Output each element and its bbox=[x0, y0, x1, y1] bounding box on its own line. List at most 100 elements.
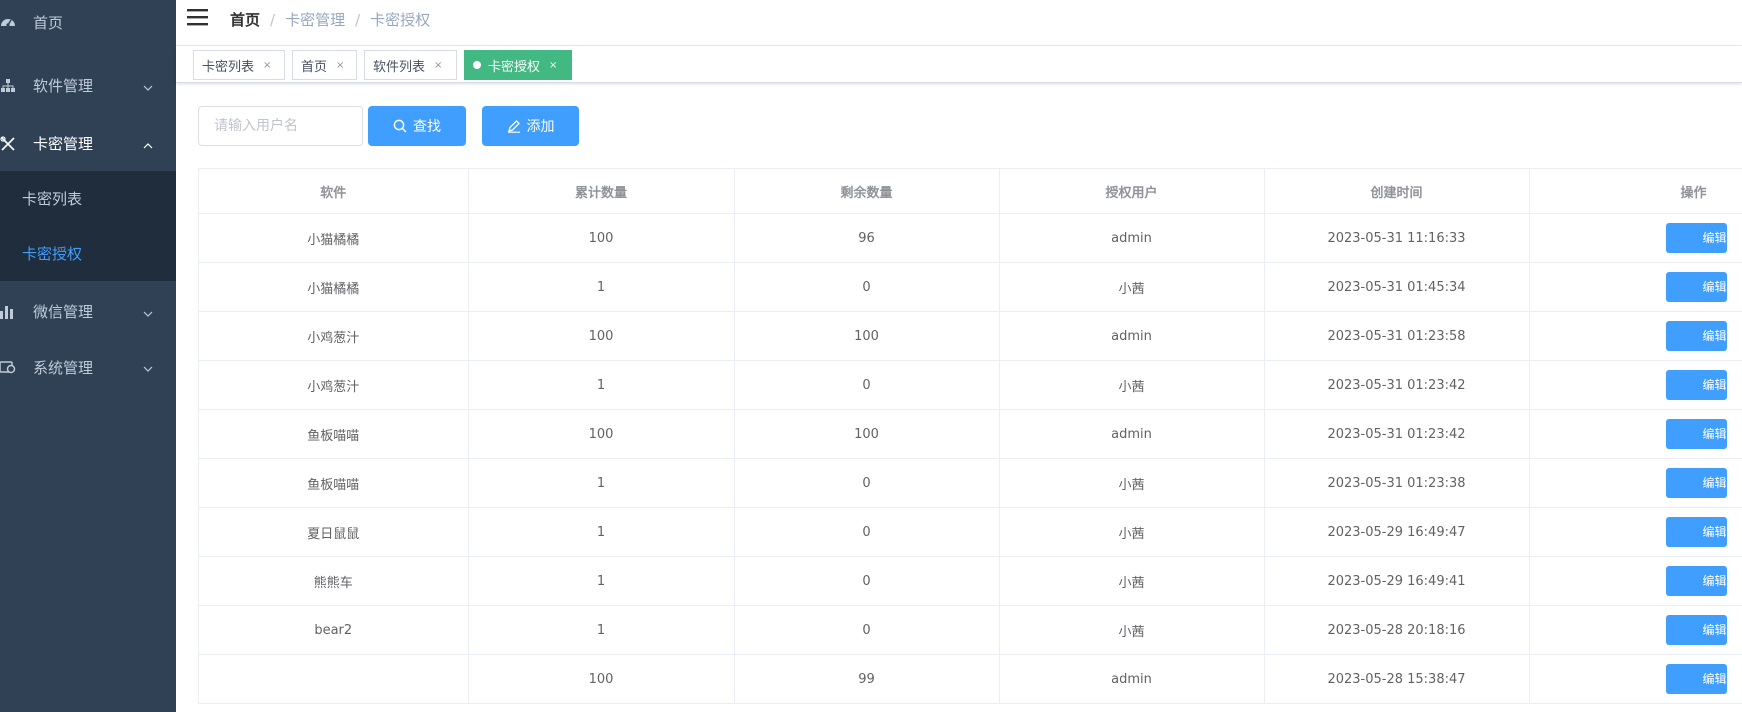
cell-user: admin bbox=[999, 409, 1265, 459]
table-row: 熊熊车 1 0 小茜 2023-05-29 16:49:41 编辑 bbox=[199, 556, 1742, 606]
edit-button[interactable]: 编辑 bbox=[1665, 223, 1727, 253]
sidebar-item-label: 卡密列表 bbox=[22, 190, 83, 208]
edit-button[interactable]: 编辑 bbox=[1665, 517, 1727, 547]
tag-home[interactable]: 首页 × bbox=[292, 50, 357, 80]
cell-software: 小鸡葱汁 bbox=[199, 360, 469, 410]
sidebar-item-label: 微信管理 bbox=[33, 303, 94, 321]
cell-user: 小茜 bbox=[999, 262, 1265, 312]
edit-button[interactable]: 编辑 bbox=[1665, 370, 1727, 400]
column-header-created: 创建时间 bbox=[1264, 169, 1530, 214]
cell-remaining: 99 bbox=[734, 654, 1000, 704]
cell-actions: 编辑 bbox=[1529, 507, 1742, 557]
breadcrumb-separator: / bbox=[355, 10, 361, 29]
cell-software: 小猫橘橘 bbox=[199, 262, 469, 312]
cell-created: 2023-05-31 11:16:33 bbox=[1264, 213, 1530, 263]
cell-remaining: 100 bbox=[734, 311, 1000, 361]
sidebar: 首页 软件管理 卡密管理 卡密列表 卡密授权 微信管理 系统管理 bbox=[0, 0, 176, 712]
chevron-down-icon bbox=[142, 80, 154, 92]
data-table: 软件 累计数量 剩余数量 授权用户 创建时间 操作 小猫橘橘 100 96 admin… bbox=[198, 168, 1742, 704]
cell-created: 2023-05-31 01:23:42 bbox=[1264, 409, 1530, 459]
cell-remaining: 96 bbox=[734, 213, 1000, 263]
cell-created: 2023-05-28 15:38:47 bbox=[1264, 654, 1530, 704]
table-row: 小鸡葱汁 1 0 小茜 2023-05-31 01:23:42 编辑 bbox=[199, 360, 1742, 410]
edit-button[interactable]: 编辑 bbox=[1665, 468, 1727, 498]
tree-icon bbox=[0, 78, 16, 94]
edit-button[interactable]: 编辑 bbox=[1665, 664, 1727, 694]
hamburger-icon[interactable] bbox=[187, 7, 209, 29]
cell-total: 1 bbox=[468, 556, 735, 606]
table-row: 小鸡葱汁 100 100 admin 2023-05-31 01:23:58 编辑 bbox=[199, 311, 1742, 361]
cell-total: 1 bbox=[468, 507, 735, 557]
cell-total: 1 bbox=[468, 605, 735, 655]
tag-software-list[interactable]: 软件列表 × bbox=[364, 50, 457, 80]
breadcrumb-item-card-management[interactable]: 卡密管理 bbox=[285, 9, 345, 30]
close-icon[interactable]: × bbox=[549, 60, 557, 71]
sidebar-item-software[interactable]: 软件管理 bbox=[0, 55, 176, 116]
close-icon[interactable]: × bbox=[336, 60, 344, 71]
settings-icon bbox=[0, 359, 16, 375]
cell-actions: 编辑 bbox=[1529, 556, 1742, 606]
cell-total: 1 bbox=[468, 262, 735, 312]
tags-view: 卡密列表 × 首页 × 软件列表 × 卡密授权 × bbox=[176, 46, 1742, 83]
cell-total: 100 bbox=[468, 409, 735, 459]
cell-remaining: 0 bbox=[734, 507, 1000, 557]
cell-total: 1 bbox=[468, 360, 735, 410]
table-row: 100 99 admin 2023-05-28 15:38:47 编辑 bbox=[199, 654, 1742, 704]
column-header-software: 软件 bbox=[199, 169, 469, 214]
close-icon[interactable]: × bbox=[434, 60, 442, 71]
submenu-card-management: 卡密列表 卡密授权 bbox=[0, 171, 176, 281]
cell-user: 小茜 bbox=[999, 556, 1265, 606]
breadcrumb-item-home[interactable]: 首页 bbox=[230, 9, 260, 30]
cell-total: 100 bbox=[468, 213, 735, 263]
cell-created: 2023-05-31 01:45:34 bbox=[1264, 262, 1530, 312]
column-header-remaining: 剩余数量 bbox=[734, 169, 1000, 214]
search-button[interactable]: 查找 bbox=[368, 106, 466, 146]
add-button[interactable]: 添加 bbox=[482, 106, 579, 146]
tag-card-authorization[interactable]: 卡密授权 × bbox=[464, 50, 572, 80]
cell-software: 鱼板喵喵 bbox=[199, 458, 469, 508]
chevron-down-icon bbox=[142, 361, 154, 373]
cell-user: admin bbox=[999, 654, 1265, 704]
sidebar-item-card-management[interactable]: 卡密管理 bbox=[0, 116, 176, 171]
breadcrumb: 首页 / 卡密管理 / 卡密授权 bbox=[230, 9, 430, 30]
edit-button[interactable]: 编辑 bbox=[1665, 615, 1727, 645]
edit-button[interactable]: 编辑 bbox=[1665, 566, 1727, 596]
table-row: bear2 1 0 小茜 2023-05-28 20:18:16 编辑 bbox=[199, 605, 1742, 655]
tag-label: 卡密列表 bbox=[202, 59, 255, 75]
tag-label: 卡密授权 bbox=[488, 59, 541, 75]
chevron-down-icon bbox=[142, 306, 154, 318]
table-row: 夏日鼠鼠 1 0 小茜 2023-05-29 16:49:47 编辑 bbox=[199, 507, 1742, 557]
cell-remaining: 0 bbox=[734, 360, 1000, 410]
cell-created: 2023-05-31 01:23:58 bbox=[1264, 311, 1530, 361]
add-button-label: 添加 bbox=[526, 119, 555, 135]
sidebar-item-wechat[interactable]: 微信管理 bbox=[0, 281, 176, 342]
tag-card-list[interactable]: 卡密列表 × bbox=[193, 50, 285, 80]
username-search-input[interactable] bbox=[198, 106, 363, 146]
table-header-row: 软件 累计数量 剩余数量 授权用户 创建时间 操作 bbox=[199, 169, 1742, 214]
column-header-actions: 操作 bbox=[1529, 169, 1742, 214]
cell-remaining: 0 bbox=[734, 605, 1000, 655]
cell-created: 2023-05-29 16:49:41 bbox=[1264, 556, 1530, 606]
sidebar-item-card-list[interactable]: 卡密列表 bbox=[0, 171, 176, 226]
sidebar-item-home[interactable]: 首页 bbox=[0, 0, 176, 44]
edit-button[interactable]: 编辑 bbox=[1665, 321, 1727, 351]
table-row: 鱼板喵喵 100 100 admin 2023-05-31 01:23:42 编辑 bbox=[199, 409, 1742, 459]
breadcrumb-separator: / bbox=[270, 10, 276, 29]
close-icon[interactable]: × bbox=[263, 60, 271, 71]
sidebar-item-label: 软件管理 bbox=[33, 77, 94, 95]
edit-button[interactable]: 编辑 bbox=[1665, 419, 1727, 449]
active-dot bbox=[473, 61, 481, 69]
cell-user: admin bbox=[999, 213, 1265, 263]
edit-button[interactable]: 编辑 bbox=[1665, 272, 1727, 302]
cell-user: 小茜 bbox=[999, 360, 1265, 410]
cell-total: 100 bbox=[468, 311, 735, 361]
sidebar-item-card-authorization[interactable]: 卡密授权 bbox=[0, 226, 176, 281]
sidebar-item-label: 卡密授权 bbox=[22, 245, 83, 263]
cell-user: 小茜 bbox=[999, 605, 1265, 655]
cell-actions: 编辑 bbox=[1529, 409, 1742, 459]
sidebar-item-label: 卡密管理 bbox=[33, 135, 94, 153]
sidebar-item-system[interactable]: 系统管理 bbox=[0, 342, 176, 392]
cell-total: 100 bbox=[468, 654, 735, 704]
cell-software: bear2 bbox=[199, 605, 469, 655]
cell-actions: 编辑 bbox=[1529, 654, 1742, 704]
